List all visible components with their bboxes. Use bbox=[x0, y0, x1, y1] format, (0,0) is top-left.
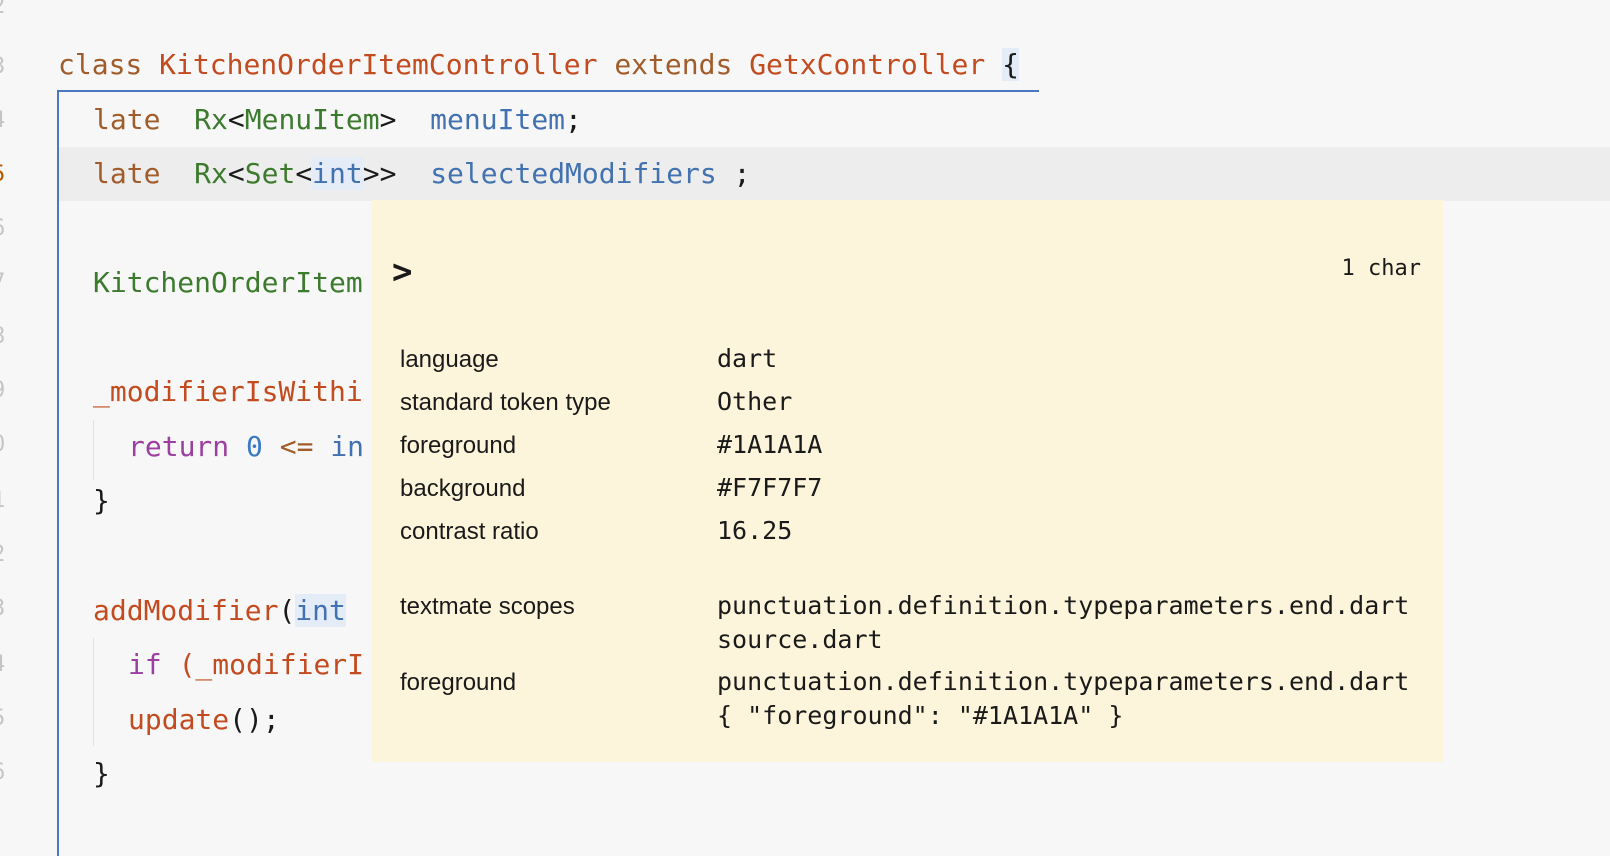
variable-selected-modifiers: selectedModifiers bbox=[430, 157, 717, 190]
type-int: int bbox=[312, 157, 363, 190]
angle-close-double: >> bbox=[362, 157, 397, 190]
class-name: KitchenOrderItemController bbox=[159, 48, 598, 81]
prop-label-contrast: contrast ratio bbox=[400, 518, 539, 545]
char-count: 1 char bbox=[1341, 256, 1421, 281]
indent-guide bbox=[93, 420, 94, 480]
type-set: Set bbox=[244, 157, 296, 190]
prop-value-background: #F7F7F7 bbox=[717, 473, 823, 502]
prop-value-scope-2: source.dart bbox=[717, 625, 883, 654]
line-number-active: 5 bbox=[0, 160, 12, 190]
line-number: 3 bbox=[0, 594, 12, 624]
line-number-gutter: 2 3 4 5 6 7 8 9 0 1 2 3 4 5 6 bbox=[0, 0, 14, 856]
code-line-close-brace[interactable]: } bbox=[93, 481, 110, 521]
code-line-update[interactable]: update(); bbox=[128, 700, 280, 740]
line-number: 1 bbox=[0, 486, 12, 516]
code-line-selected-modifiers[interactable]: late Rx<Set<int>> selectedModifiers ; bbox=[93, 154, 750, 194]
prop-value-language: dart bbox=[717, 344, 778, 373]
prop-value-scope-foreground-1: punctuation.definition.typeparameters.en… bbox=[717, 667, 1410, 696]
base-class-name: GetxController bbox=[749, 48, 986, 81]
prop-label-language: language bbox=[400, 346, 499, 373]
line-number: 6 bbox=[0, 214, 12, 244]
prop-value-foreground: #1A1A1A bbox=[717, 430, 823, 459]
variable-menu-item: menuItem bbox=[430, 103, 566, 136]
open-brace: { bbox=[1002, 48, 1019, 81]
line-number: 8 bbox=[0, 322, 12, 352]
expression-rest: in bbox=[330, 430, 365, 463]
code-line-add-modifier[interactable]: addModifier(int bbox=[93, 591, 346, 631]
angle-close: > bbox=[379, 103, 397, 136]
line-number: 0 bbox=[0, 430, 12, 460]
inspected-character: > bbox=[392, 252, 413, 292]
line-number: 3 bbox=[0, 52, 12, 82]
code-line-class-declaration[interactable]: class KitchenOrderItemController extends… bbox=[58, 45, 1019, 85]
line-number: 9 bbox=[0, 376, 12, 406]
prop-label-foreground: foreground bbox=[400, 432, 517, 459]
line-number: 5 bbox=[0, 704, 12, 734]
code-line-close-brace[interactable]: } bbox=[93, 754, 110, 794]
angle-open: < bbox=[295, 157, 313, 190]
prop-value-scope-foreground-2: { "foreground": "#1A1A1A" } bbox=[717, 701, 1124, 730]
line-number: 2 bbox=[0, 0, 12, 22]
keyword-class: class bbox=[58, 48, 143, 81]
prop-value-contrast: 16.25 bbox=[717, 516, 793, 545]
call-rest: (); bbox=[229, 703, 280, 736]
prop-label-scope-foreground: foreground bbox=[400, 669, 517, 696]
prop-value-scope-1: punctuation.definition.typeparameters.en… bbox=[717, 591, 1410, 620]
type-rx: Rx bbox=[194, 103, 228, 136]
param-type-int: int bbox=[295, 594, 346, 627]
code-line-return[interactable]: return 0 <= in bbox=[128, 427, 364, 467]
prop-label-textmate-scopes: textmate scopes bbox=[400, 593, 575, 620]
keyword-return: return bbox=[128, 430, 230, 463]
function-add-modifier: addModifier bbox=[93, 594, 279, 627]
code-line-menu-item[interactable]: late Rx<MenuItem> menuItem; bbox=[93, 100, 582, 140]
prop-label-background: background bbox=[400, 475, 526, 502]
line-number: 2 bbox=[0, 540, 12, 570]
type-rx: Rx bbox=[194, 157, 228, 190]
line-number: 6 bbox=[0, 758, 12, 788]
code-line-method-within[interactable]: _modifierIsWithi bbox=[93, 372, 363, 412]
indent-guide bbox=[93, 638, 94, 746]
semicolon: ; bbox=[716, 157, 751, 190]
angle-open: < bbox=[227, 103, 245, 136]
operator-lte: <= bbox=[279, 430, 314, 463]
angle-open: < bbox=[227, 157, 245, 190]
keyword-if: if bbox=[128, 648, 162, 681]
keyword-late: late bbox=[93, 157, 161, 190]
number-literal: 0 bbox=[246, 430, 263, 463]
function-update: update bbox=[128, 703, 230, 736]
paren-open: ( bbox=[278, 594, 296, 627]
prop-label-token-type: standard token type bbox=[400, 389, 611, 416]
semicolon: ; bbox=[565, 103, 582, 136]
keyword-late: late bbox=[93, 103, 161, 136]
line-number: 4 bbox=[0, 106, 12, 136]
line-number: 7 bbox=[0, 268, 12, 298]
code-line-if[interactable]: if (_modifierI bbox=[128, 645, 364, 685]
prop-value-token-type: Other bbox=[717, 387, 793, 416]
code-line-constructor[interactable]: KitchenOrderItem bbox=[93, 263, 363, 303]
line-number: 4 bbox=[0, 650, 12, 680]
type-menu-item: MenuItem bbox=[244, 103, 380, 136]
token-inspector-popup: > 1 char language dart standard token ty… bbox=[372, 200, 1443, 762]
condition-rest: (_modifierI bbox=[178, 648, 365, 681]
code-editor[interactable]: 2 3 4 5 6 7 8 9 0 1 2 3 4 5 6 class Kitc… bbox=[0, 0, 1610, 856]
keyword-extends: extends bbox=[614, 48, 733, 81]
